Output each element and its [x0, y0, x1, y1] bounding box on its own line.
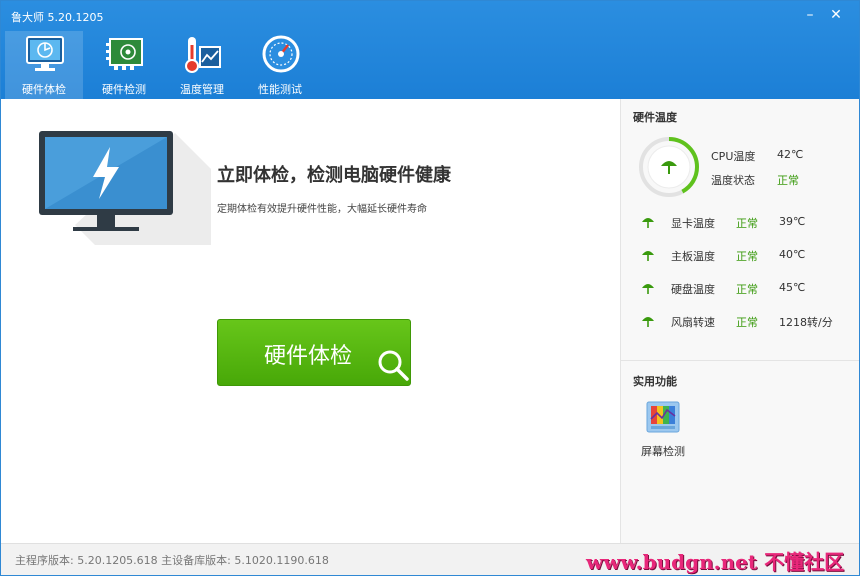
hardware-check-button[interactable]: 硬件体检 [217, 319, 411, 386]
tab-label: 性能测试 [258, 83, 302, 96]
fan-speed-row: 风扇转速 正常 1218转/分 [641, 312, 856, 332]
speedometer-icon [262, 35, 300, 73]
umbrella-icon [642, 218, 654, 228]
monitor-illustration [39, 131, 211, 245]
row-value: 39℃ [779, 215, 806, 228]
page-subline: 定期体检有效提升硬件性能，大幅延长硬件寿命 [217, 204, 427, 215]
screen-test-tool[interactable]: 屏幕检测 [641, 401, 685, 461]
disk-temp-row: 硬盘温度 正常 45℃ [641, 279, 856, 299]
row-name: 风扇转速 [671, 316, 715, 329]
tab-hardware-check[interactable]: 硬件体检 [5, 31, 83, 99]
row-value: 1218转/分 [779, 316, 833, 329]
header-bar: 鲁大师 5.20.1205 – ✕ 硬件体检 硬件检测 温度管理 性能测试 [1, 1, 859, 99]
screen-test-icon [646, 401, 680, 433]
board-temp-row: 主板温度 正常 40℃ [641, 246, 856, 266]
panel-divider [621, 360, 859, 361]
row-name: 硬盘温度 [671, 283, 715, 296]
window-title: 鲁大师 5.20.1205 [11, 11, 104, 24]
row-name: 主板温度 [671, 250, 715, 263]
right-panel: 硬件温度 CPU温度 42℃ 温度状态 正常 显卡温度 正常 39℃ 主板温度 … [620, 99, 859, 543]
watermark: www.budgn.net 不懂社区 [586, 550, 845, 574]
tab-temperature[interactable]: 温度管理 [163, 31, 241, 99]
umbrella-icon [642, 284, 654, 294]
row-value: 40℃ [779, 248, 806, 261]
thermometer-icon [185, 37, 221, 73]
tab-label: 硬件体检 [22, 83, 66, 96]
hardware-board-icon [106, 38, 143, 70]
cpu-temp-gauge [639, 137, 699, 197]
umbrella-icon [642, 317, 654, 327]
tab-label: 硬件检测 [102, 83, 146, 96]
tools-section-title: 实用功能 [633, 375, 677, 388]
app-window: 鲁大师 5.20.1205 – ✕ 硬件体检 硬件检测 温度管理 性能测试 立即… [0, 0, 860, 576]
row-value: 45℃ [779, 281, 806, 294]
temp-section-title: 硬件温度 [633, 111, 677, 124]
row-status: 正常 [736, 316, 758, 329]
check-button-label: 硬件体检 [264, 344, 353, 369]
row-status: 正常 [736, 217, 758, 230]
row-status: 正常 [736, 250, 758, 263]
page-headline: 立即体检，检测电脑硬件健康 [217, 165, 451, 186]
tab-performance[interactable]: 性能测试 [241, 31, 319, 99]
temp-status-value: 正常 [777, 174, 799, 187]
close-button[interactable]: ✕ [825, 5, 847, 25]
gpu-temp-row: 显卡温度 正常 39℃ [641, 213, 856, 233]
cpu-temp-value: 42℃ [777, 148, 804, 161]
search-icon [378, 350, 409, 381]
version-info: 主程序版本: 5.20.1205.618 主设备库版本: 5.1020.1190… [15, 554, 329, 567]
tab-label: 温度管理 [180, 83, 224, 96]
tab-hardware-detect[interactable]: 硬件检测 [85, 31, 163, 99]
row-status: 正常 [736, 283, 758, 296]
minimize-button[interactable]: – [799, 5, 821, 25]
umbrella-icon [642, 251, 654, 261]
monitor-check-icon [26, 36, 64, 71]
temp-status-label: 温度状态 [711, 174, 755, 187]
row-name: 显卡温度 [671, 217, 715, 230]
cpu-temp-label: CPU温度 [711, 150, 756, 163]
status-bar: 主程序版本: 5.20.1205.618 主设备库版本: 5.1020.1190… [1, 543, 859, 575]
tool-label: 屏幕检测 [641, 445, 685, 458]
